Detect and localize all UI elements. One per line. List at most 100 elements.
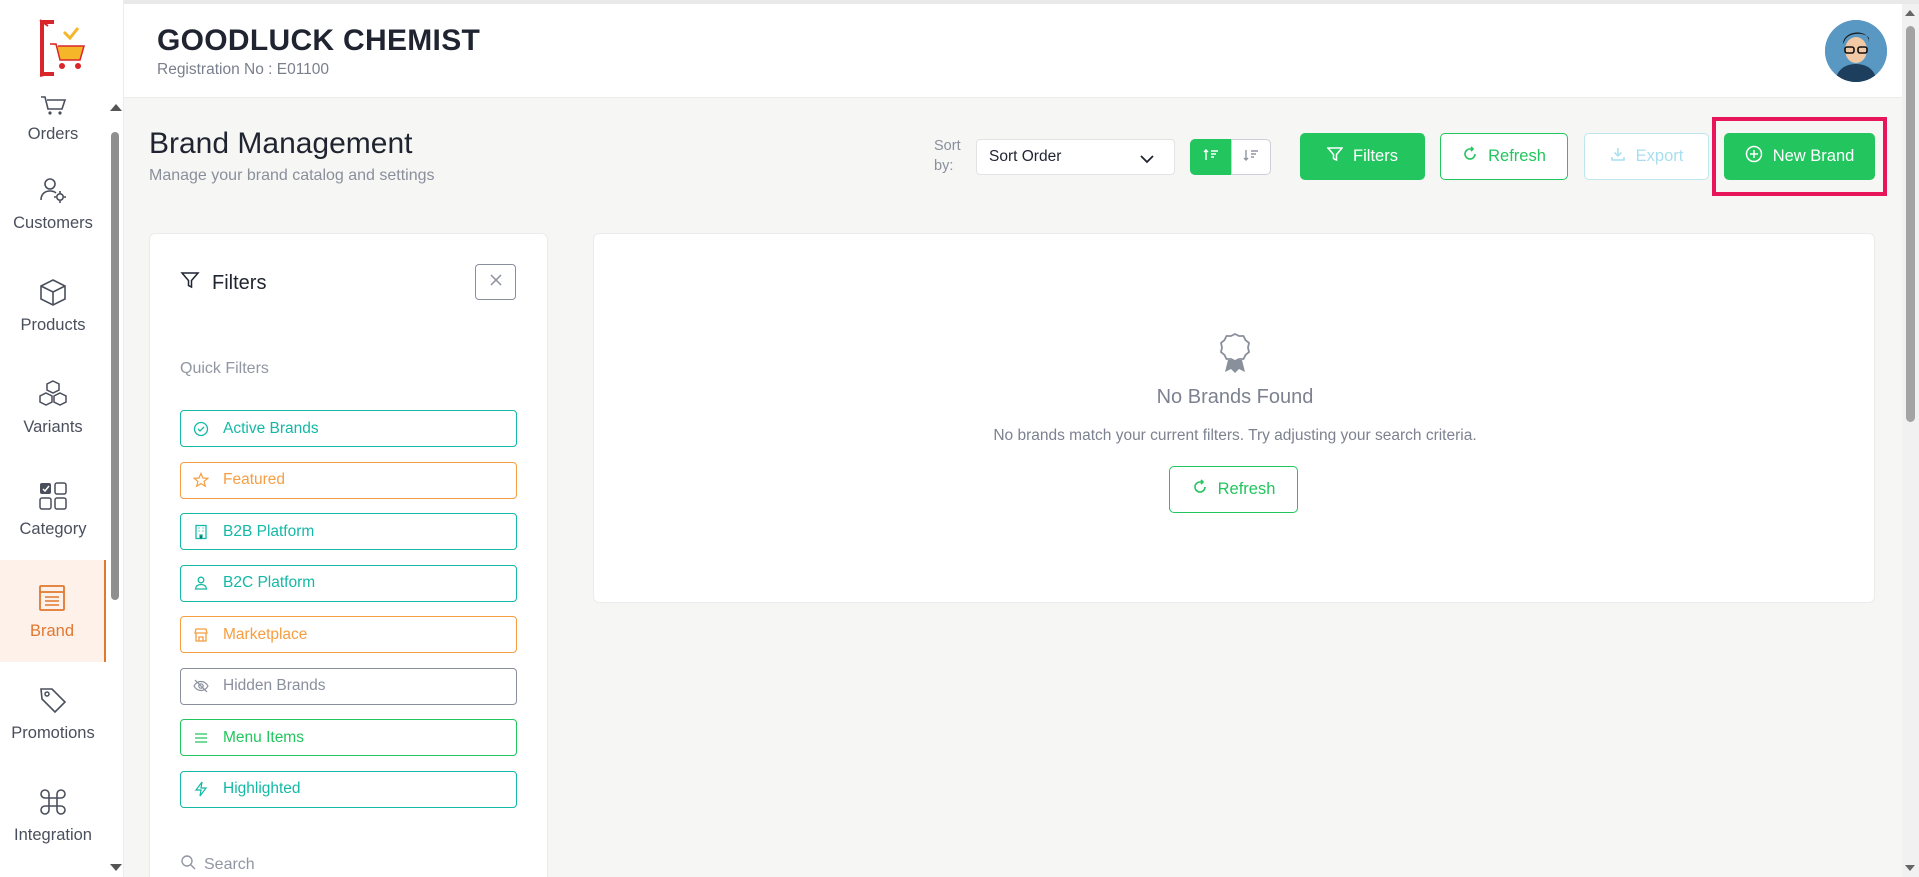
- sidebar-item-integration[interactable]: Integration: [0, 764, 106, 866]
- sidebar-item-label: Variants: [23, 417, 83, 436]
- chip-label: Featured: [223, 471, 286, 488]
- app-logo[interactable]: [34, 16, 90, 80]
- search-label: Search: [204, 855, 255, 873]
- quick-filter-list: Active Brands Featured B2B Platform B2C …: [180, 410, 517, 822]
- close-filters-button[interactable]: [475, 264, 516, 300]
- chip-highlighted[interactable]: Highlighted: [180, 770, 517, 808]
- sidebar-item-label: Promotions: [11, 723, 95, 742]
- refresh-button[interactable]: Refresh: [1440, 133, 1568, 180]
- sort-select-value: Sort Order: [989, 148, 1062, 165]
- chip-label: B2B Platform: [223, 522, 315, 540]
- sidebar-item-label: Customers: [13, 213, 93, 232]
- empty-refresh-button[interactable]: Refresh: [1169, 466, 1298, 513]
- empty-state-message: No brands match your current filters. Tr…: [993, 427, 1477, 444]
- bolt-icon: [193, 781, 209, 797]
- eye-off-icon: [193, 678, 209, 694]
- sidebar-item-label: Orders: [27, 125, 79, 143]
- sidebar-item-label: Category: [19, 519, 87, 538]
- sort-descending-icon: [1243, 148, 1259, 167]
- filter-icon: [1326, 146, 1344, 167]
- building-icon: [193, 524, 209, 540]
- boxes-icon: [37, 378, 69, 410]
- filter-icon: [180, 270, 200, 296]
- shop-name: GOODLUCK CHEMIST: [157, 24, 481, 57]
- cart-icon: [37, 92, 69, 117]
- refresh-icon: [1462, 146, 1478, 167]
- highlight-box: [1712, 117, 1887, 196]
- chip-b2c-platform[interactable]: B2C Platform: [180, 564, 517, 602]
- chip-b2b-platform[interactable]: B2B Platform: [180, 513, 517, 550]
- refresh-icon: [1192, 479, 1208, 500]
- chip-marketplace[interactable]: Marketplace: [180, 616, 517, 653]
- chip-label: Hidden Brands: [223, 677, 326, 694]
- empty-state-card: No Brands Found No brands match your cur…: [593, 233, 1875, 603]
- sort-label: Sort by:: [934, 136, 966, 176]
- grid-icon: [37, 480, 69, 512]
- scroll-up-arrow-icon[interactable]: [1905, 10, 1915, 16]
- chevron-down-icon: [1140, 151, 1154, 169]
- registration-number: Registration No : E01100: [157, 61, 330, 78]
- sidebar-scrollbar[interactable]: [108, 100, 122, 877]
- user-gear-icon: [37, 174, 69, 206]
- sort-descending-button[interactable]: [1231, 139, 1271, 175]
- chip-label: Active Brands: [223, 419, 319, 437]
- sidebar-item-orders[interactable]: Orders: [0, 92, 106, 152]
- page-scrollbar[interactable]: [1902, 4, 1919, 877]
- chip-menu-items[interactable]: Menu Items: [180, 719, 517, 756]
- chip-label: B2C Platform: [223, 574, 316, 591]
- award-icon: [1218, 332, 1252, 374]
- chip-active-brands[interactable]: Active Brands: [180, 410, 517, 447]
- filter-search[interactable]: Search: [180, 854, 255, 875]
- sort-label-text: Sort by:: [934, 138, 961, 174]
- sidebar: Orders Customers Products Variants Categ…: [0, 0, 124, 877]
- filter-panel-title-text: Filters: [212, 271, 267, 294]
- export-button-label: Export: [1635, 147, 1684, 165]
- sidebar-item-label: Brand: [29, 621, 75, 640]
- close-icon: [489, 273, 503, 292]
- sidebar-nav: Orders Customers Products Variants Categ…: [0, 92, 106, 866]
- sort-ascending-icon: [1203, 148, 1219, 167]
- command-icon: [37, 786, 69, 818]
- sidebar-scroll-thumb[interactable]: [111, 132, 119, 600]
- tag-icon: [37, 684, 69, 716]
- user-icon: [193, 575, 209, 591]
- sidebar-item-label: Integration: [14, 825, 92, 844]
- chip-label: Menu Items: [223, 728, 304, 746]
- menu-icon: [193, 730, 209, 746]
- filters-button-label: Filters: [1353, 147, 1398, 165]
- download-icon: [1610, 146, 1626, 167]
- sidebar-item-customers[interactable]: Customers: [0, 152, 106, 254]
- sidebar-item-promotions[interactable]: Promotions: [0, 662, 106, 764]
- sidebar-item-category[interactable]: Category: [0, 458, 106, 560]
- sort-select[interactable]: Sort Order: [976, 139, 1175, 175]
- sidebar-item-label: Products: [20, 315, 86, 334]
- avatar[interactable]: [1825, 20, 1887, 82]
- export-button[interactable]: Export: [1584, 133, 1709, 180]
- sidebar-item-products[interactable]: Products: [0, 254, 106, 356]
- refresh-button-label: Refresh: [1488, 147, 1546, 165]
- chip-hidden-brands[interactable]: Hidden Brands: [180, 667, 517, 705]
- chip-label: Highlighted: [223, 780, 301, 797]
- star-icon: [193, 472, 209, 488]
- scroll-down-arrow-icon[interactable]: [1905, 865, 1915, 871]
- filters-button[interactable]: Filters: [1300, 133, 1425, 180]
- filter-panel: Filters Quick Filters Active Brands Feat…: [149, 233, 548, 877]
- sidebar-item-brand[interactable]: Brand: [0, 560, 106, 662]
- page-scroll-thumb[interactable]: [1906, 26, 1915, 422]
- search-icon: [180, 854, 196, 875]
- check-circle-icon: [193, 421, 209, 437]
- page-subtitle: Manage your brand catalog and settings: [149, 167, 435, 184]
- chip-label: Marketplace: [223, 625, 308, 643]
- scroll-up-arrow-icon[interactable]: [110, 104, 122, 111]
- brand-icon: [36, 582, 68, 614]
- empty-state-title: No Brands Found: [1156, 386, 1314, 408]
- sort-ascending-button[interactable]: [1190, 139, 1231, 175]
- filter-panel-title: Filters: [180, 270, 266, 296]
- quick-filters-label: Quick Filters: [180, 360, 269, 377]
- scroll-down-arrow-icon[interactable]: [110, 864, 122, 871]
- sidebar-item-variants[interactable]: Variants: [0, 356, 106, 458]
- chip-featured[interactable]: Featured: [180, 461, 517, 499]
- store-icon: [193, 627, 209, 643]
- top-header: GOODLUCK CHEMIST Registration No : E0110…: [124, 4, 1902, 98]
- empty-refresh-label: Refresh: [1217, 480, 1276, 498]
